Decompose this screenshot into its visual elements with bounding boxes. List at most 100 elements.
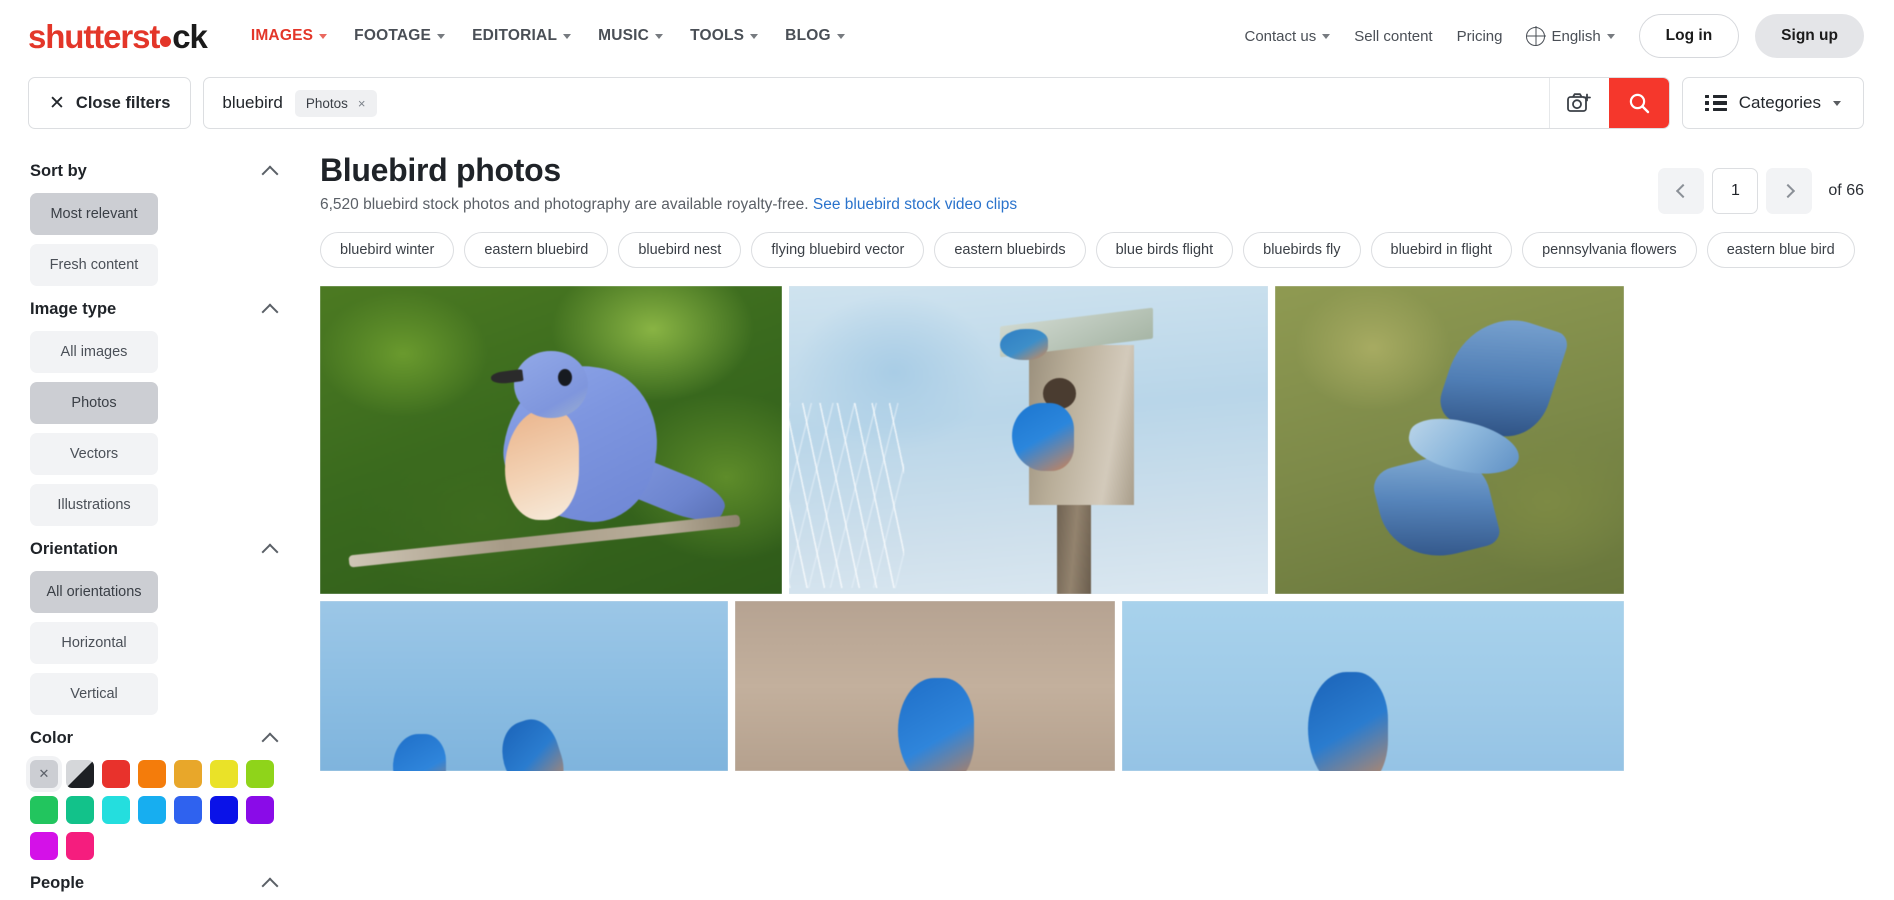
photo-canvas: [735, 601, 1115, 771]
color-swatch-green[interactable]: [30, 796, 58, 824]
result-image-bluebird-with-insect-in-beak[interactable]: [1122, 601, 1624, 771]
language-selector[interactable]: English: [1526, 26, 1615, 46]
search-input[interactable]: bluebird Photos ×: [204, 78, 1549, 128]
contact-us-link[interactable]: Contact us: [1245, 28, 1331, 45]
sell-content-link[interactable]: Sell content: [1354, 28, 1432, 45]
search-submit-button[interactable]: [1609, 78, 1670, 128]
photo-shape: [557, 369, 572, 387]
globe-icon: [1526, 26, 1546, 46]
contact-us-label: Contact us: [1244, 27, 1317, 45]
search-toolbar: ✕ Close filters bluebird Photos × Catego…: [0, 72, 1894, 134]
color-swatch-orange[interactable]: [138, 760, 166, 788]
related-tag-blue-birds-flight[interactable]: blue birds flight: [1095, 232, 1234, 268]
nav-item-images-label: IMAGES: [250, 27, 314, 44]
nav-item-editorial[interactable]: EDITORIAL: [472, 27, 572, 45]
photo-canvas: [320, 601, 728, 771]
filter-section-sort-by-header[interactable]: Sort by: [30, 152, 290, 193]
result-image-bluebird-perched-on-branch[interactable]: [320, 286, 782, 594]
filter-section-color-header[interactable]: Color: [30, 719, 290, 760]
close-icon: ✕: [49, 92, 65, 114]
related-tag-eastern-bluebirds[interactable]: eastern bluebirds: [934, 232, 1086, 268]
filter-option-all-images[interactable]: All images: [30, 331, 158, 373]
color-swatch-blue[interactable]: [174, 796, 202, 824]
close-filters-label: Close filters: [75, 93, 171, 112]
visual-search-button[interactable]: [1549, 78, 1609, 128]
related-tag-pennsylvania-flowers[interactable]: pennsylvania flowers: [1522, 232, 1697, 268]
chevron-down-icon: [563, 33, 572, 39]
photo-canvas: [320, 286, 782, 594]
close-filters-button[interactable]: ✕ Close filters: [28, 77, 192, 129]
related-tag-bluebird-nest[interactable]: bluebird nest: [618, 232, 742, 268]
nav-item-tools[interactable]: TOOLS: [690, 27, 759, 45]
sign-up-button[interactable]: Sign up: [1755, 14, 1864, 58]
color-swatch-magenta[interactable]: [30, 832, 58, 860]
result-image-bluebird-against-tan-background[interactable]: [735, 601, 1115, 771]
result-image-bluebird-in-flight-over-meadow[interactable]: [1275, 286, 1624, 594]
categories-dropdown[interactable]: Categories: [1682, 77, 1864, 129]
result-image-bluebirds-at-birdhouse-in-snow[interactable]: [789, 286, 1268, 594]
color-swatch-emerald[interactable]: [66, 796, 94, 824]
color-swatch-pink[interactable]: [66, 832, 94, 860]
current-page-input[interactable]: 1: [1712, 168, 1759, 214]
color-swatch-violet[interactable]: [246, 796, 274, 824]
filter-option-horizontal[interactable]: Horizontal: [30, 622, 158, 664]
filter-section-color: Color ✕: [30, 719, 290, 860]
color-swatch-red[interactable]: [102, 760, 130, 788]
related-tag-eastern-bluebird[interactable]: eastern bluebird: [464, 232, 609, 268]
color-swatch-black-white[interactable]: [66, 760, 94, 788]
results-title-block: Bluebird photos 6,520 bluebird stock pho…: [320, 150, 1658, 214]
related-tag-eastern-blue-bird[interactable]: eastern blue bird: [1706, 232, 1855, 268]
chevron-down-icon: [836, 33, 845, 39]
filter-option-illustrations[interactable]: Illustrations: [30, 484, 158, 526]
related-tag-bluebirds-fly[interactable]: bluebirds fly: [1243, 232, 1361, 268]
active-filter-chip-photos[interactable]: Photos ×: [294, 89, 377, 117]
next-page-button[interactable]: [1766, 168, 1813, 214]
color-swatch-amber[interactable]: [174, 760, 202, 788]
search-query-text: bluebird: [222, 93, 283, 112]
color-swatch-no-color[interactable]: ✕: [30, 760, 58, 788]
remove-filter-icon[interactable]: ×: [358, 96, 366, 111]
nav-item-footage[interactable]: FOOTAGE: [354, 27, 446, 45]
filter-section-sort-by: Sort by Most relevant Fresh content: [30, 152, 290, 286]
active-filter-chip-label: Photos: [305, 95, 348, 111]
filter-option-most-relevant[interactable]: Most relevant: [30, 193, 158, 235]
results-row-2: [320, 601, 1864, 771]
chevron-up-icon: [261, 877, 279, 894]
chevron-down-icon: [437, 33, 446, 39]
filter-option-fresh-content[interactable]: Fresh content: [30, 244, 158, 286]
logo-text-part2: ck: [172, 17, 208, 55]
related-tag-flying-bluebird-vector[interactable]: flying bluebird vector: [751, 232, 925, 268]
color-swatch-yellow[interactable]: [210, 760, 238, 788]
shutterstock-logo[interactable]: shutterst ck: [28, 17, 208, 55]
photo-shape: [514, 350, 588, 419]
color-swatch-lime[interactable]: [246, 760, 274, 788]
nav-item-music-label: MUSIC: [598, 27, 650, 44]
filter-section-image-type-header[interactable]: Image type: [30, 290, 290, 331]
pricing-link[interactable]: Pricing: [1457, 28, 1503, 45]
filter-section-people-header[interactable]: People: [30, 864, 290, 900]
nav-item-music[interactable]: MUSIC: [598, 27, 664, 45]
color-swatch-turquoise[interactable]: [102, 796, 130, 824]
video-clips-link[interactable]: See bluebird stock video clips: [813, 196, 1017, 213]
filter-option-all-orientations[interactable]: All orientations: [30, 571, 158, 613]
filter-section-sort-by-title: Sort by: [30, 162, 87, 180]
previous-page-button[interactable]: [1658, 168, 1705, 214]
filter-section-orientation-header[interactable]: Orientation: [30, 530, 290, 571]
color-swatch-navy[interactable]: [210, 796, 238, 824]
chevron-down-icon: [319, 33, 328, 39]
nav-item-images[interactable]: IMAGES: [250, 27, 328, 45]
color-swatch-sky[interactable]: [138, 796, 166, 824]
chevron-down-icon: [1606, 33, 1615, 39]
photo-shape: [1307, 672, 1389, 771]
related-tag-bluebird-winter[interactable]: bluebird winter: [320, 232, 455, 268]
nav-item-editorial-label: EDITORIAL: [472, 27, 558, 44]
related-tag-bluebird-in-flight[interactable]: bluebird in flight: [1370, 232, 1513, 268]
log-in-button[interactable]: Log in: [1638, 14, 1740, 58]
results-grid: [320, 286, 1864, 771]
filter-option-photos[interactable]: Photos: [30, 382, 158, 424]
filter-option-vertical[interactable]: Vertical: [30, 673, 158, 715]
result-image-two-bluebirds-flying-in-sky[interactable]: [320, 601, 728, 771]
filter-section-image-type-title: Image type: [30, 300, 117, 318]
nav-item-blog[interactable]: BLOG: [785, 27, 845, 45]
filter-option-vectors[interactable]: Vectors: [30, 433, 158, 475]
